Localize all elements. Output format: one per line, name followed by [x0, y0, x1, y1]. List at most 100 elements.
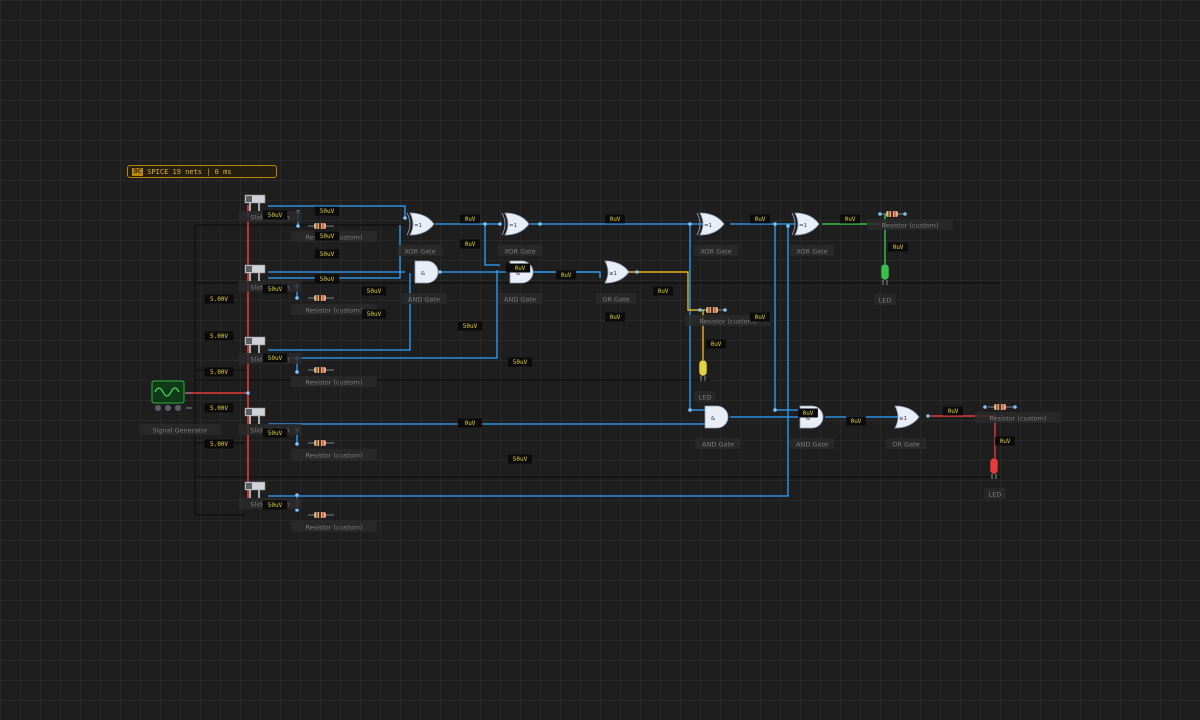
voltage-probe: 50uV [262, 428, 288, 438]
logic-gate[interactable]: & [414, 260, 439, 284]
voltage-probe: 50uV [262, 284, 288, 294]
gate-label: XOR Gate [397, 245, 443, 256]
component-label: LED [699, 394, 712, 402]
component-label: AND Gate [504, 296, 536, 304]
resistor[interactable] [988, 404, 1014, 410]
logic-gate[interactable]: =1 [501, 212, 530, 236]
probe-value: 50uV [268, 212, 283, 219]
schematic-canvas[interactable]: =1 =1 =1 =1& & ≥1& & ≥1 Signal GeneratorSlide S… [0, 0, 1200, 720]
switch-knob[interactable] [246, 196, 252, 202]
voltage-probe: 50uV [507, 454, 533, 464]
voltage-probe: 0uV [556, 270, 576, 280]
voltage-probe: 0uV [605, 312, 625, 322]
wire-junction [688, 408, 692, 412]
component-label: Resistor (custom) [699, 318, 756, 326]
resistor-label: Resistor (custom) [866, 219, 954, 230]
resistor[interactable] [308, 512, 334, 518]
voltage-probe: 0uV [750, 312, 770, 322]
component-label: Resistor (custom) [989, 415, 1046, 423]
logic-gate[interactable]: =1 [791, 212, 820, 236]
component-label: LED [989, 491, 1002, 499]
gate-label: OR Gate [595, 293, 637, 304]
resistor[interactable] [308, 295, 334, 301]
switch-knob[interactable] [246, 483, 252, 489]
voltage-probe: 0uV [888, 242, 908, 252]
probe-value: 0uV [610, 314, 621, 321]
gate-label: AND Gate [497, 293, 543, 304]
wire-junction [538, 222, 542, 226]
probe-value: 5.00V [210, 441, 228, 448]
component-label: Resistor (custom) [305, 379, 362, 387]
wire-junction [786, 224, 790, 228]
probe-value: 0uV [515, 265, 526, 272]
voltage-probe: 50uV [507, 357, 533, 367]
led-label: LED [984, 488, 1006, 499]
probe-value: 50uV [268, 430, 283, 437]
voltage-probe: 50uV [361, 286, 387, 296]
voltage-probe: 0uV [510, 263, 530, 273]
gate-symbol: =1 [414, 223, 422, 229]
gate-label: XOR Gate [497, 245, 543, 256]
led-label: LED [874, 294, 896, 305]
logic-gate[interactable]: & [704, 405, 729, 429]
voltage-probe: 0uV [460, 239, 480, 249]
resistor[interactable] [308, 223, 334, 229]
probe-value: 0uV [803, 410, 814, 417]
switch-knob[interactable] [246, 409, 252, 415]
knob[interactable] [165, 405, 171, 411]
logic-gate[interactable]: ≥1 [894, 405, 920, 429]
probe-value: 5.00V [210, 333, 228, 340]
wire-junction [295, 442, 299, 446]
wire-junction [438, 270, 442, 274]
wire-junction [926, 414, 930, 418]
knob[interactable] [155, 405, 161, 411]
component-label: XOR Gate [404, 248, 435, 256]
probe-value: 50uV [320, 251, 335, 258]
probe-value: 50uV [320, 208, 335, 215]
probe-value: 50uV [268, 355, 283, 362]
probe-value: 50uV [513, 456, 528, 463]
probe-value: 5.00V [210, 405, 228, 412]
resistor[interactable] [700, 307, 726, 313]
probe-value: 50uV [463, 323, 478, 330]
voltage-probe: 5.00V [204, 403, 234, 413]
component-label: OR Gate [892, 441, 919, 449]
resistor[interactable] [880, 211, 906, 217]
signal-generator-label: Signal Generator [139, 424, 221, 435]
resistor[interactable] [308, 440, 334, 446]
probe-value: 0uV [561, 272, 572, 279]
wire-junction [296, 224, 300, 228]
logic-gate[interactable]: ≥1 [604, 260, 630, 284]
probe-value: 0uV [851, 418, 862, 425]
knob[interactable] [175, 405, 181, 411]
signal-generator[interactable] [151, 380, 192, 411]
resistor-label: Resistor (custom) [290, 449, 378, 460]
component-label: Resistor (custom) [305, 452, 362, 460]
led-yellow[interactable] [698, 359, 708, 381]
voltage-probe: 50uV [262, 210, 288, 220]
resistor[interactable] [308, 367, 334, 373]
probe-value: 50uV [320, 276, 335, 283]
voltage-probe: 0uV [943, 406, 963, 416]
voltage-probe: 5.00V [204, 439, 234, 449]
probe-value: 50uV [513, 359, 528, 366]
wire-junction [403, 216, 407, 220]
component-label: Resistor (custom) [305, 524, 362, 532]
probe-value: 0uV [610, 216, 621, 223]
probe-value: 50uV [268, 502, 283, 509]
switch-knob[interactable] [246, 338, 252, 344]
component-label: XOR Gate [796, 248, 827, 256]
probe-value: 50uV [320, 233, 335, 240]
led-red[interactable] [989, 457, 999, 479]
wire-junction [635, 270, 639, 274]
component-label: AND Gate [408, 296, 440, 304]
logic-gate[interactable]: =1 [406, 212, 435, 236]
component-label: OR Gate [602, 296, 629, 304]
voltage-probe: 5.00V [204, 294, 234, 304]
led-green[interactable] [880, 263, 890, 285]
resistor-label: Resistor (custom) [290, 521, 378, 532]
component-label: AND Gate [702, 441, 734, 449]
switch-knob[interactable] [246, 266, 252, 272]
gate-symbol: =1 [704, 223, 712, 229]
gate-label: AND Gate [401, 293, 447, 304]
